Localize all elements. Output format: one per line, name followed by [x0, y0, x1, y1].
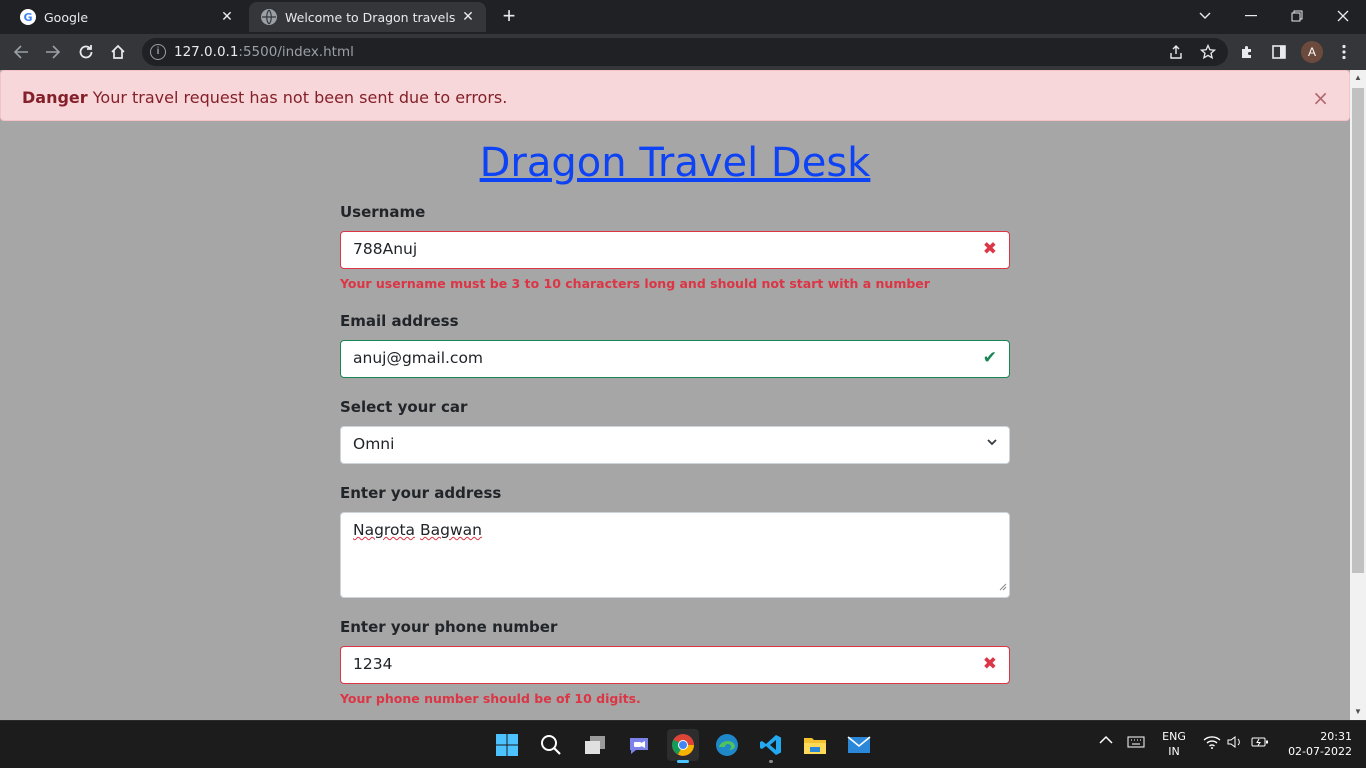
- scroll-down-icon[interactable]: ▼: [1350, 704, 1366, 720]
- forward-icon[interactable]: [40, 39, 66, 65]
- car-select[interactable]: Omni: [340, 426, 1010, 464]
- scrollbar-thumb[interactable]: [1352, 88, 1364, 573]
- clock-time: 20:31: [1320, 730, 1352, 743]
- clock-date: 02-07-2022: [1288, 745, 1352, 758]
- keyboard-icon[interactable]: [1127, 736, 1145, 751]
- tab-strip: G Google ✕ Welcome to Dragon travels ✕ +: [0, 0, 1366, 34]
- close-window-icon[interactable]: [1320, 0, 1366, 32]
- username-value: 788Anuj: [353, 240, 418, 258]
- active-indicator: [677, 760, 689, 763]
- battery-charging-icon[interactable]: [1251, 735, 1269, 752]
- volume-icon[interactable]: [1227, 735, 1243, 752]
- resize-handle-icon[interactable]: [999, 577, 1007, 595]
- address-textarea[interactable]: Nagrota Bagwan: [340, 512, 1010, 598]
- invalid-x-icon: ✖: [982, 654, 997, 674]
- tab-dragon-travels[interactable]: Welcome to Dragon travels ✕: [249, 2, 486, 32]
- lang-top: ENG: [1162, 730, 1186, 743]
- running-indicator: [769, 760, 773, 763]
- car-selected-value: Omni: [353, 435, 395, 453]
- tab-title: Google: [44, 9, 89, 25]
- phone-feedback: Your phone number should be of 10 digits…: [340, 691, 641, 706]
- invalid-x-icon: ✖: [982, 239, 997, 259]
- browser-toolbar: i 127.0.0.1:5500/index.html A: [0, 34, 1366, 70]
- reload-icon[interactable]: [73, 39, 99, 65]
- windows-start-icon[interactable]: [491, 729, 523, 761]
- chrome-icon[interactable]: [667, 729, 699, 763]
- extensions-icon[interactable]: [1236, 41, 1258, 63]
- username-feedback: Your username must be 3 to 10 characters…: [340, 276, 930, 291]
- address-word-2: Bagwan: [419, 521, 482, 539]
- new-tab-button[interactable]: +: [496, 5, 522, 29]
- scroll-up-icon[interactable]: ▲: [1350, 70, 1366, 86]
- side-panel-icon[interactable]: [1268, 41, 1290, 63]
- url-text: 127.0.0.1:5500/index.html: [174, 44, 354, 60]
- menu-kebab-icon[interactable]: [1333, 41, 1355, 63]
- tab-close-icon[interactable]: ✕: [217, 7, 237, 27]
- username-input[interactable]: 788Anuj ✖: [340, 231, 1010, 269]
- globe-icon: [261, 9, 277, 25]
- alert-strong: Danger: [22, 88, 88, 107]
- danger-alert: Danger Your travel request has not been …: [0, 70, 1350, 121]
- minimize-icon[interactable]: [1228, 0, 1274, 32]
- phone-label: Enter your phone number: [340, 618, 558, 636]
- edge-icon[interactable]: [711, 729, 743, 761]
- username-label: Username: [340, 203, 426, 221]
- chevron-down-icon: [987, 435, 997, 449]
- back-icon[interactable]: [8, 39, 34, 65]
- page-scrollbar[interactable]: ▲ ▼: [1350, 70, 1366, 720]
- email-input[interactable]: anuj@gmail.com ✔: [340, 340, 1010, 378]
- google-icon: G: [20, 9, 36, 25]
- valid-check-icon: ✔: [982, 348, 997, 368]
- page-title-link[interactable]: Dragon Travel Desk: [340, 140, 1010, 186]
- share-icon[interactable]: [1165, 41, 1187, 63]
- home-icon[interactable]: [105, 39, 131, 65]
- restore-icon[interactable]: [1274, 0, 1320, 32]
- alert-message: Your travel request has not been sent du…: [87, 88, 508, 107]
- tab-search-icon[interactable]: [1182, 0, 1228, 32]
- clock[interactable]: 20:31 02-07-2022: [1278, 729, 1352, 759]
- mail-icon[interactable]: [843, 729, 875, 761]
- lang-bottom: IN: [1168, 745, 1180, 758]
- file-explorer-icon[interactable]: [799, 729, 831, 761]
- wifi-icon[interactable]: [1203, 735, 1221, 752]
- address-bar[interactable]: i 127.0.0.1:5500/index.html: [142, 38, 1228, 66]
- task-view-icon[interactable]: [579, 729, 611, 761]
- site-info-icon[interactable]: i: [150, 44, 166, 60]
- tray-overflow-chevron-icon[interactable]: [1099, 735, 1113, 748]
- tab-title: Welcome to Dragon travels: [285, 9, 456, 25]
- teams-chat-icon[interactable]: [623, 729, 655, 761]
- tab-close-icon[interactable]: ✕: [458, 7, 478, 27]
- phone-value: 1234: [353, 655, 393, 673]
- bookmark-star-icon[interactable]: [1197, 41, 1219, 63]
- alert-close-button[interactable]: ×: [1312, 86, 1329, 110]
- email-value: anuj@gmail.com: [353, 349, 484, 367]
- vscode-icon[interactable]: [755, 729, 787, 763]
- search-icon[interactable]: [535, 729, 567, 761]
- phone-input[interactable]: 1234 ✖: [340, 646, 1010, 684]
- car-label: Select your car: [340, 398, 468, 416]
- windows-taskbar: ENG IN 20:31 02-07-2022: [0, 720, 1366, 768]
- profile-avatar[interactable]: A: [1301, 41, 1323, 63]
- page-viewport: Danger Your travel request has not been …: [0, 70, 1350, 720]
- address-word-1: Nagrota: [353, 521, 416, 539]
- tab-google[interactable]: G Google ✕: [8, 2, 245, 32]
- email-label: Email address: [340, 312, 459, 330]
- language-indicator[interactable]: ENG IN: [1158, 729, 1190, 759]
- address-label: Enter your address: [340, 484, 502, 502]
